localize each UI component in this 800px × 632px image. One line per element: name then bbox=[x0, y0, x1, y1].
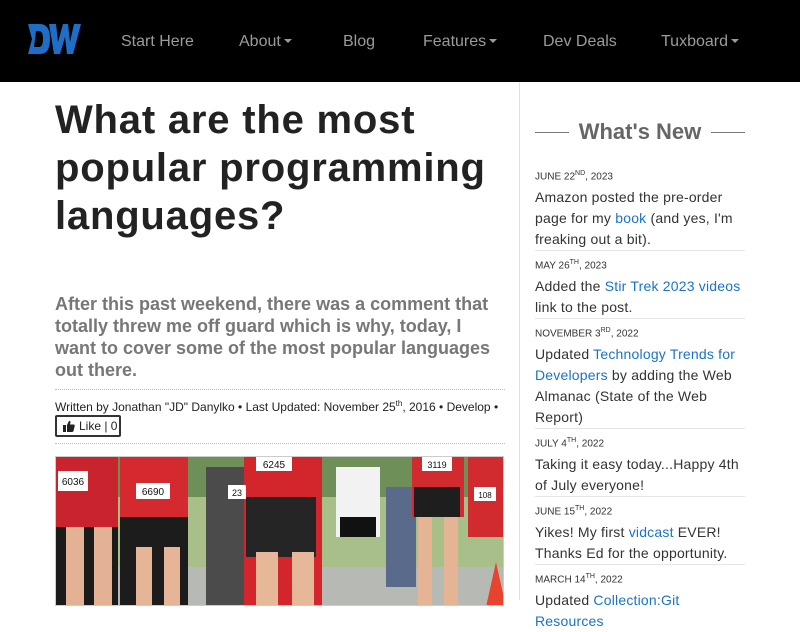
svg-text:6690: 6690 bbox=[142, 487, 165, 498]
svg-text:3119: 3119 bbox=[427, 460, 446, 470]
like-button[interactable]: Like | 0 bbox=[55, 415, 121, 437]
news-item: June 15th, 2022 Yikes! My first vidcast … bbox=[535, 503, 745, 565]
chevron-down-icon bbox=[489, 38, 498, 43]
news-text: Taking it easy today...Happy 4th of July… bbox=[535, 456, 739, 494]
news-text: Added the Stir Trek 2023 videos link to … bbox=[535, 278, 741, 316]
top-navbar: Start Here About Blog Features Dev Deals… bbox=[0, 0, 800, 82]
news-text: Yikes! My first vidcast EVER! Thanks Ed … bbox=[535, 524, 728, 562]
nav-about[interactable]: About bbox=[239, 32, 292, 52]
nav-tuxboard[interactable]: Tuxboard bbox=[661, 32, 739, 52]
article-byline: Written by Jonathan "JD" Danylko • Last … bbox=[55, 389, 505, 415]
book-link[interactable]: book bbox=[615, 210, 646, 226]
article-hero-image: 6036 6690 23 6245 3119 108 bbox=[55, 456, 504, 606]
news-text: Amazon posted the pre-order page for my … bbox=[535, 189, 733, 248]
whats-new-heading: What's New bbox=[535, 118, 745, 146]
news-date: June 15th, 2022 bbox=[535, 505, 613, 518]
divider bbox=[55, 443, 505, 444]
sidebar-divider bbox=[519, 82, 520, 600]
chevron-down-icon bbox=[283, 38, 292, 43]
nav-features[interactable]: Features bbox=[423, 32, 498, 52]
svg-text:23: 23 bbox=[232, 488, 242, 498]
news-date: March 14th, 2022 bbox=[535, 573, 623, 586]
chevron-down-icon bbox=[731, 38, 739, 43]
news-item: March 14th, 2022 Updated Collection:Git … bbox=[535, 571, 745, 629]
nav-dev-deals[interactable]: Dev Deals bbox=[543, 32, 617, 52]
thumbs-up-icon bbox=[63, 420, 75, 432]
news-item: November 3rd, 2022 Updated Technology Tr… bbox=[535, 325, 745, 429]
svg-text:6245: 6245 bbox=[263, 460, 286, 471]
svg-text:108: 108 bbox=[478, 491, 492, 500]
article-subtitle: After this past weekend, there was a com… bbox=[55, 294, 491, 380]
news-date: June 22nd, 2023 bbox=[535, 170, 613, 183]
news-item: June 22nd, 2023 Amazon posted the pre-or… bbox=[535, 168, 745, 251]
news-text: Updated Collection:Git Resources bbox=[535, 592, 680, 630]
news-item: May 26th, 2023 Added the Stir Trek 2023 … bbox=[535, 257, 745, 319]
nav-start-here[interactable]: Start Here bbox=[121, 32, 194, 52]
news-date: July 4th, 2022 bbox=[535, 437, 605, 450]
svg-text:6036: 6036 bbox=[62, 477, 85, 488]
news-text: Updated Technology Trends for Developers… bbox=[535, 346, 736, 426]
news-date: November 3rd, 2022 bbox=[535, 327, 639, 340]
vidcast-link[interactable]: vidcast bbox=[629, 524, 674, 540]
article-title: What are the most popular programming la… bbox=[55, 98, 486, 238]
news-item: July 4th, 2022 Taking it easy today...Ha… bbox=[535, 435, 745, 497]
nav-blog[interactable]: Blog bbox=[343, 32, 375, 52]
stir-trek-videos-link[interactable]: Stir Trek 2023 videos bbox=[605, 278, 741, 294]
site-logo[interactable] bbox=[26, 22, 82, 56]
news-date: May 26th, 2023 bbox=[535, 259, 607, 272]
